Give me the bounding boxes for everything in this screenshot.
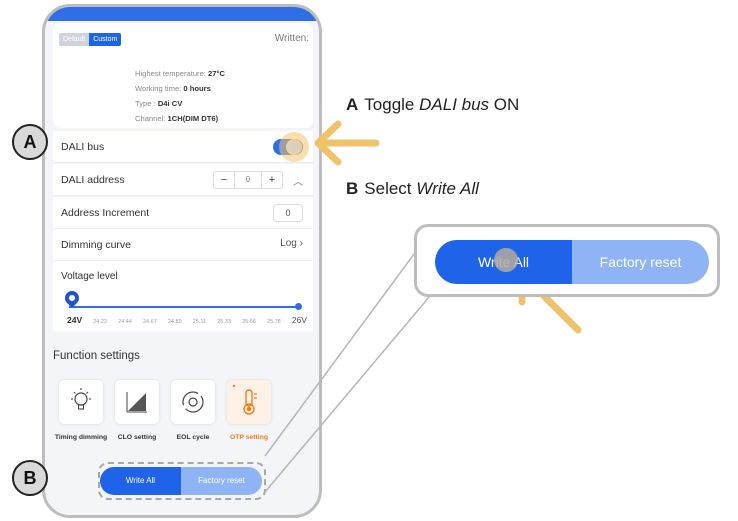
step-b-text-1: Select <box>364 179 412 198</box>
step-a-letter: A <box>346 95 359 114</box>
step-a-text-1: Toggle <box>364 95 415 114</box>
step-b-instruction: B Select Write All <box>346 179 479 199</box>
step-marker-a: A <box>12 124 48 160</box>
zoom-action-buttons: Write All Factory reset <box>435 240 709 284</box>
tap-indicator-b <box>494 248 518 272</box>
zoom-factory-reset-button[interactable]: Factory reset <box>572 240 709 284</box>
zoom-callout: Write All Factory reset <box>414 224 720 297</box>
step-a-instruction: A Toggle DALI bus ON <box>346 95 519 115</box>
step-a-text-2: ON <box>493 95 520 114</box>
step-b-letter: B <box>346 179 359 198</box>
callout-line-top <box>264 245 421 457</box>
arrow-a-icon <box>314 120 380 166</box>
step-marker-b: B <box>12 460 48 496</box>
step-a-emphasis: DALI bus <box>419 95 490 114</box>
step-b-emphasis: Write All <box>416 179 479 198</box>
callout-line-bottom <box>264 295 431 493</box>
